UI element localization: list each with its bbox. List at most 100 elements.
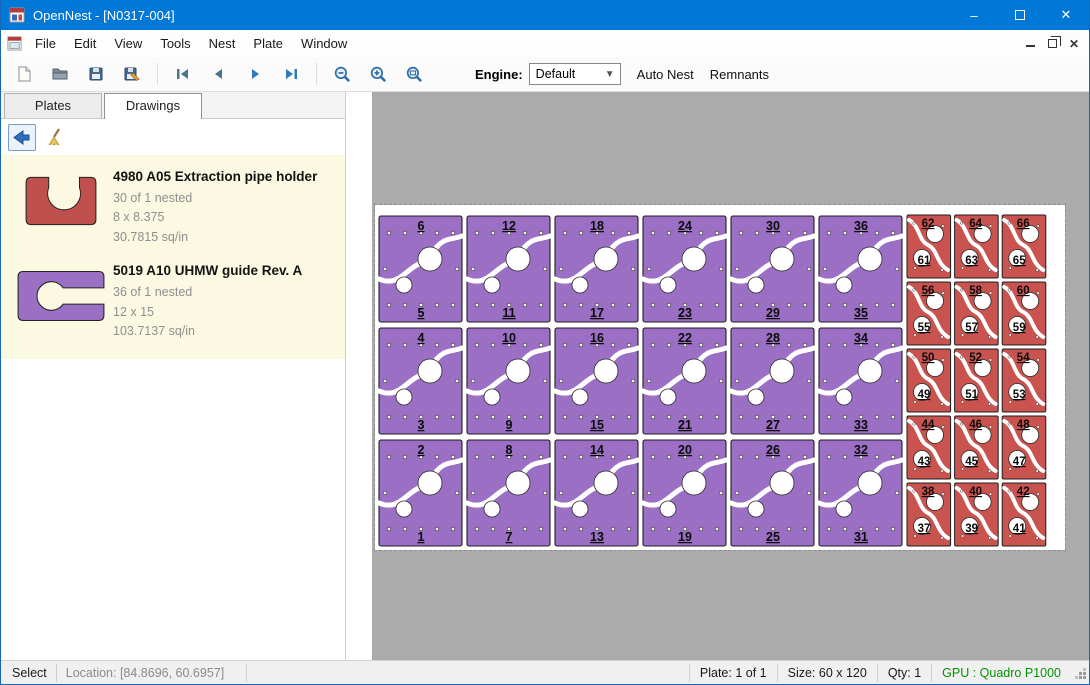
- menu-window[interactable]: Window: [292, 32, 356, 55]
- close-button[interactable]: ✕: [1043, 0, 1089, 30]
- list-item[interactable]: 5019 A10 UHMW guide Rev. A 36 of 1 neste…: [1, 255, 345, 349]
- nested-part-pair[interactable]: 2625: [731, 440, 814, 546]
- status-bar: Select Location: [84.8696, 60.6957] Plat…: [1, 660, 1089, 684]
- maximize-button[interactable]: [997, 0, 1043, 30]
- nested-part-pair[interactable]: 3635: [819, 216, 902, 322]
- svg-text:44: 44: [922, 419, 935, 431]
- nested-part-pair[interactable]: 4645: [955, 416, 999, 479]
- zoom-out-icon: [333, 65, 352, 84]
- nested-part-pair[interactable]: 2423: [643, 216, 726, 322]
- title-bar[interactable]: OpenNest - [N0317-004] – ✕: [1, 0, 1089, 30]
- nested-part-pair[interactable]: 6059: [1002, 282, 1046, 345]
- nested-part-pair[interactable]: 3231: [819, 440, 902, 546]
- svg-text:47: 47: [1013, 456, 1026, 468]
- first-plate-button[interactable]: [168, 60, 198, 88]
- svg-text:28: 28: [766, 331, 780, 345]
- svg-text:53: 53: [1013, 389, 1026, 401]
- svg-text:40: 40: [969, 486, 982, 498]
- nested-part-pair[interactable]: 21: [379, 440, 462, 546]
- nested-part-pair[interactable]: 43: [379, 328, 462, 434]
- menu-plate[interactable]: Plate: [244, 32, 292, 55]
- menu-view[interactable]: View: [105, 32, 151, 55]
- svg-text:4: 4: [418, 331, 425, 345]
- menu-file[interactable]: File: [26, 32, 65, 55]
- menu-edit[interactable]: Edit: [65, 32, 105, 55]
- save-icon: [87, 65, 105, 83]
- svg-text:12: 12: [502, 219, 516, 233]
- zoom-in-button[interactable]: [363, 60, 393, 88]
- nested-part-pair[interactable]: 2827: [731, 328, 814, 434]
- nested-part-pair[interactable]: 4443: [907, 416, 951, 479]
- minimize-button[interactable]: –: [951, 0, 997, 30]
- svg-text:5: 5: [418, 306, 425, 320]
- chevron-down-icon: ▼: [605, 69, 620, 80]
- svg-text:32: 32: [854, 443, 868, 457]
- nested-part-pair[interactable]: 3029: [731, 216, 814, 322]
- nested-part-pair[interactable]: 2019: [643, 440, 726, 546]
- auto-nest-button[interactable]: Auto Nest: [637, 67, 694, 82]
- svg-text:20: 20: [678, 443, 692, 457]
- plate[interactable]: 6512111817242330293635431091615222128273…: [375, 205, 1065, 550]
- status-qty: Qty: 1: [877, 664, 931, 682]
- nested-part-pair[interactable]: 109: [467, 328, 550, 434]
- menu-nest[interactable]: Nest: [200, 32, 245, 55]
- nested-part-pair[interactable]: 6463: [955, 215, 999, 278]
- nested-part-pair[interactable]: 4847: [1002, 416, 1046, 479]
- nested-part-pair[interactable]: 4241: [1002, 483, 1046, 546]
- nested-part-pair[interactable]: 1817: [555, 216, 638, 322]
- maximize-icon: [1015, 10, 1025, 20]
- nested-part-pair[interactable]: 5655: [907, 282, 951, 345]
- import-drawing-button[interactable]: [8, 124, 36, 151]
- nested-part-pair[interactable]: 2221: [643, 328, 726, 434]
- nested-part-pair[interactable]: 65: [379, 216, 462, 322]
- mdi-restore-button[interactable]: [1041, 34, 1063, 54]
- nested-part-pair[interactable]: 5857: [955, 282, 999, 345]
- zoom-in-icon: [369, 65, 388, 84]
- mdi-minimize-button[interactable]: [1019, 34, 1041, 54]
- clear-drawings-button[interactable]: [41, 124, 69, 151]
- save-button[interactable]: [81, 60, 111, 88]
- list-item[interactable]: 4980 A05 Extraction pipe holder 30 of 1 …: [1, 161, 345, 255]
- nested-part-pair[interactable]: 1413: [555, 440, 638, 546]
- next-plate-button[interactable]: [240, 60, 270, 88]
- svg-text:26: 26: [766, 443, 780, 457]
- nested-part-pair[interactable]: 6261: [907, 215, 951, 278]
- import-arrow-icon: [12, 127, 32, 147]
- plate-svg[interactable]: 6512111817242330293635431091615222128273…: [375, 205, 1065, 550]
- canvas-margin: [346, 92, 372, 660]
- nest-canvas[interactable]: 6512111817242330293635431091615222128273…: [346, 92, 1089, 660]
- save-as-button[interactable]: [117, 60, 147, 88]
- nested-part-pair[interactable]: 5453: [1002, 349, 1046, 412]
- resize-grip-icon[interactable]: [1073, 666, 1087, 680]
- previous-plate-button[interactable]: [204, 60, 234, 88]
- svg-text:7: 7: [506, 530, 513, 544]
- nested-part-pair[interactable]: 4039: [955, 483, 999, 546]
- nested-part-pair[interactable]: 87: [467, 440, 550, 546]
- tab-drawings[interactable]: Drawings: [104, 93, 202, 119]
- engine-label: Engine:: [475, 67, 523, 82]
- svg-text:17: 17: [590, 306, 604, 320]
- menu-tools[interactable]: Tools: [151, 32, 199, 55]
- svg-text:60: 60: [1017, 285, 1030, 297]
- status-gpu: GPU : Quadro P1000: [931, 664, 1071, 682]
- status-plate: Plate: 1 of 1: [689, 664, 777, 682]
- nested-part-pair[interactable]: 1615: [555, 328, 638, 434]
- nested-part-pair[interactable]: 3433: [819, 328, 902, 434]
- svg-text:24: 24: [678, 219, 692, 233]
- open-button[interactable]: [45, 60, 75, 88]
- last-plate-button[interactable]: [276, 60, 306, 88]
- nested-part-pair[interactable]: 1211: [467, 216, 550, 322]
- nested-part-pair[interactable]: 5049: [907, 349, 951, 412]
- remnants-button[interactable]: Remnants: [710, 67, 769, 82]
- engine-select[interactable]: Default ▼: [529, 63, 621, 85]
- tab-plates[interactable]: Plates: [4, 93, 102, 118]
- mdi-close-button[interactable]: ✕: [1063, 34, 1085, 54]
- svg-text:16: 16: [590, 331, 604, 345]
- zoom-out-button[interactable]: [327, 60, 357, 88]
- nested-part-pair[interactable]: 5251: [955, 349, 999, 412]
- nested-part-pair[interactable]: 3837: [907, 483, 951, 546]
- zoom-fit-button[interactable]: [399, 60, 429, 88]
- new-button[interactable]: [9, 60, 39, 88]
- nested-part-pair[interactable]: 6665: [1002, 215, 1046, 278]
- svg-text:10: 10: [502, 331, 516, 345]
